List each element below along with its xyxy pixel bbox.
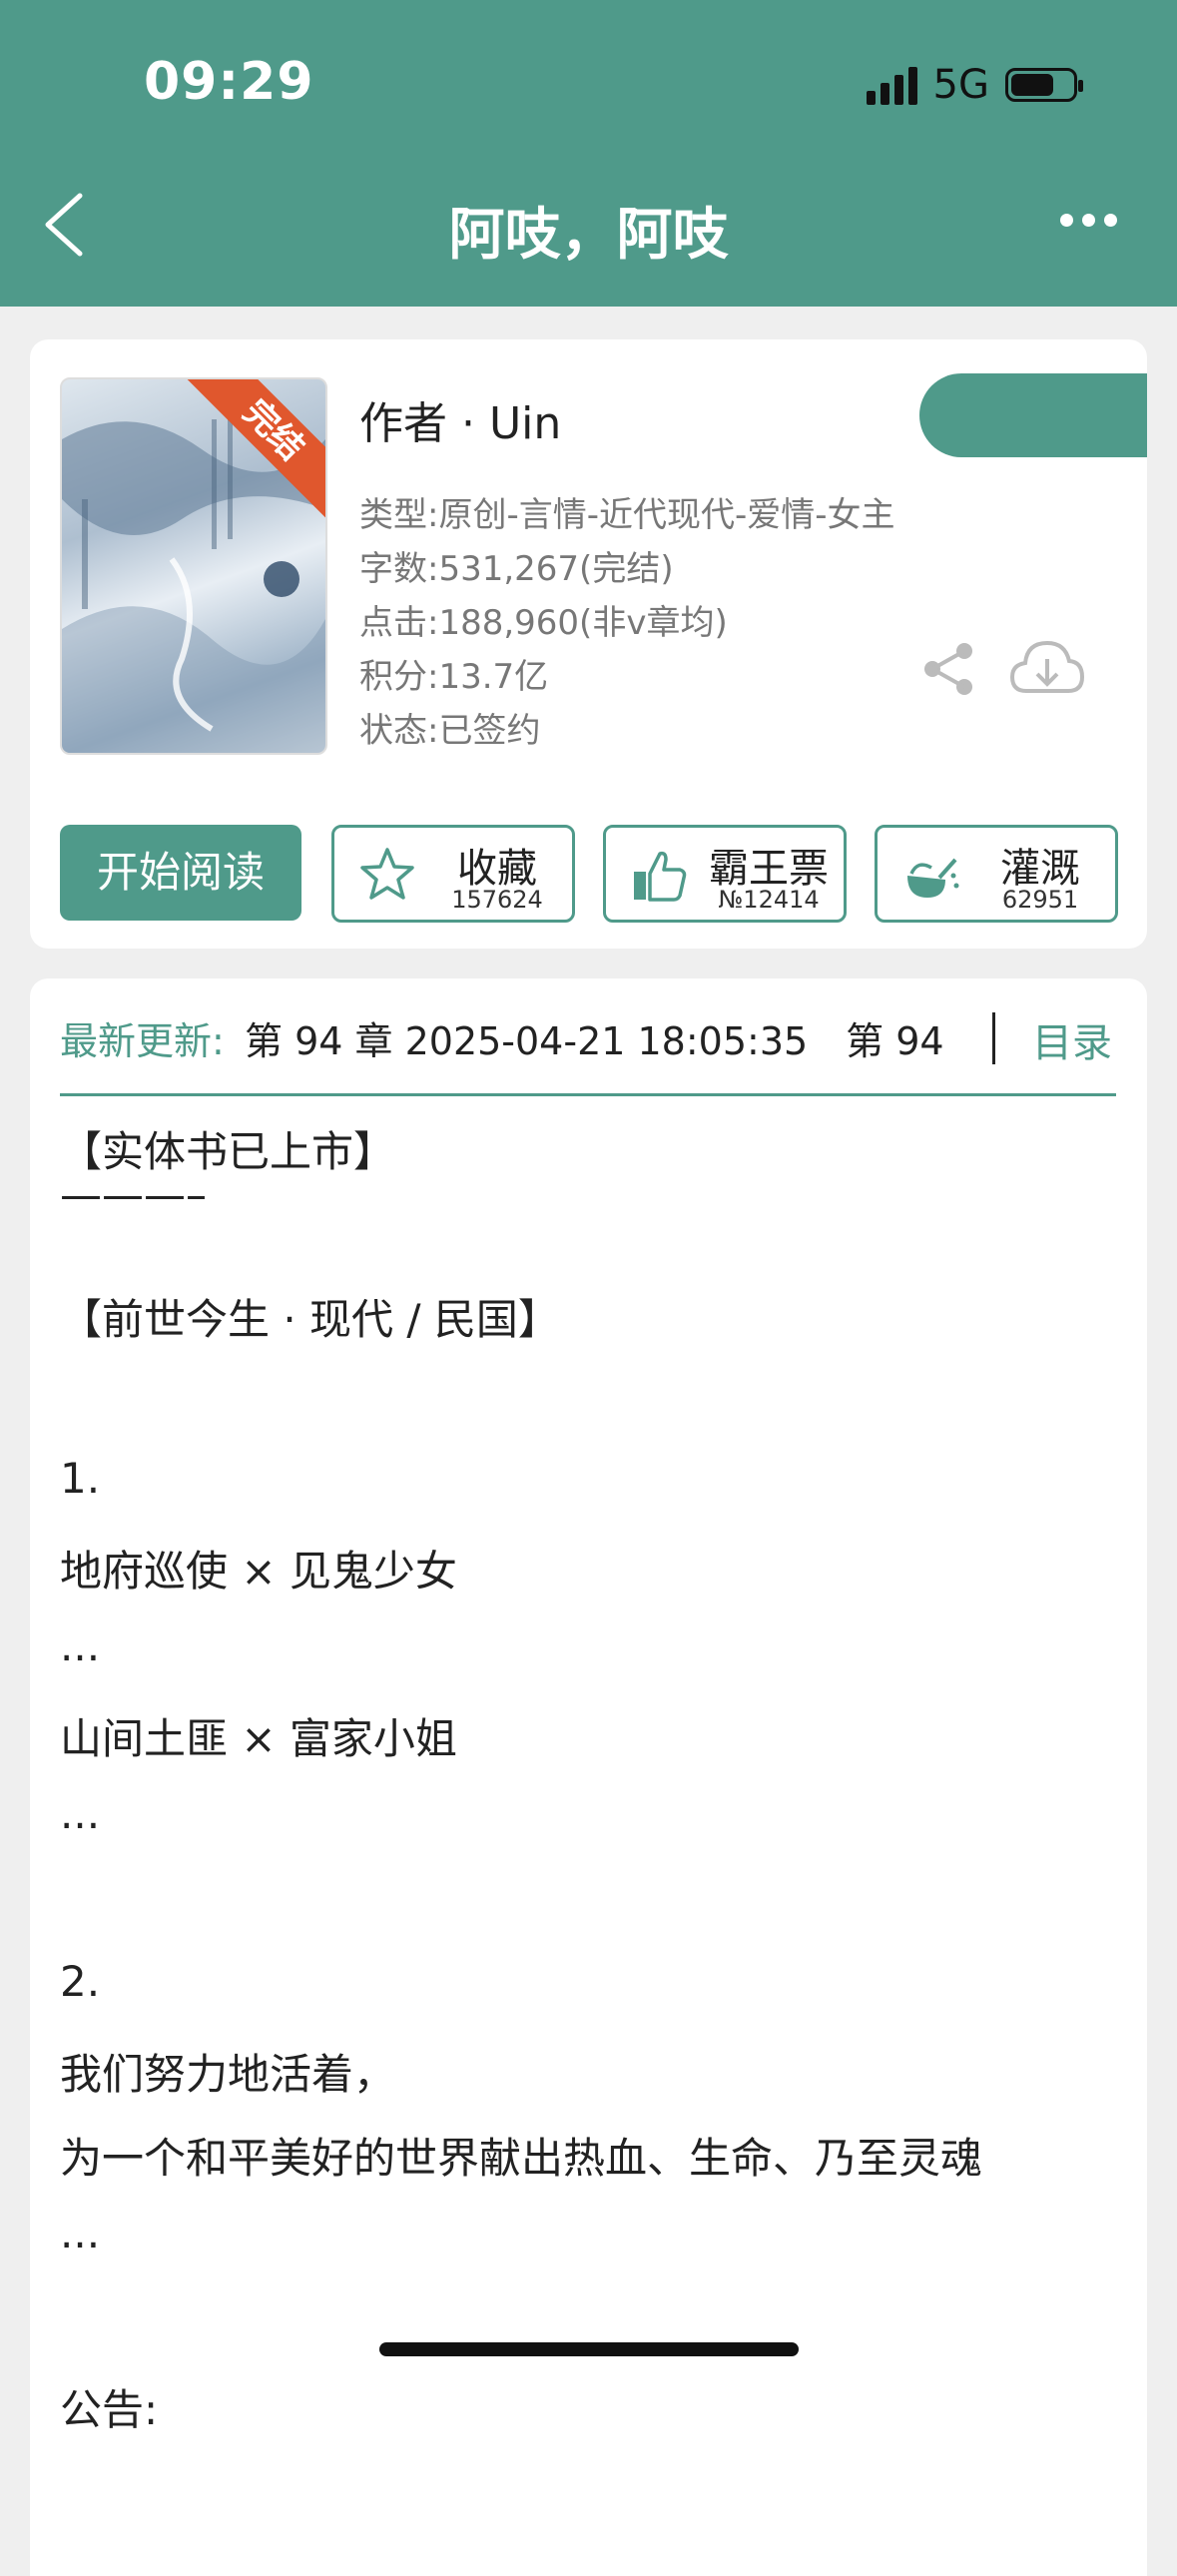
- book-status: 状态:已签约: [359, 711, 541, 751]
- top-bar: 09:29 5G 阿吱，阿吱: [0, 0, 1177, 307]
- battery-icon: [1005, 68, 1083, 102]
- latest-update-text[interactable]: 第 94 章 2025-04-21 18:05:35 第 94: [245, 1010, 944, 1065]
- more-icon[interactable]: [1060, 214, 1117, 227]
- collect-count: 157624: [451, 886, 543, 914]
- star-icon: [360, 848, 414, 900]
- watering-icon: [907, 858, 959, 898]
- book-word-count: 字数:531,267(完结): [359, 549, 674, 589]
- home-indicator: [379, 2342, 799, 2356]
- update-underline: [60, 1093, 1116, 1096]
- page-title: 阿吱，阿吱: [448, 203, 729, 268]
- network-type: 5G: [932, 62, 989, 108]
- intro-line: 2.: [60, 1957, 101, 2006]
- intro-line: 公告:: [60, 2385, 159, 2434]
- book-author[interactable]: 作者 · Uin: [359, 387, 561, 451]
- intro-line: 1.: [60, 1454, 101, 1503]
- collect-button[interactable]: 收藏 157624: [331, 825, 575, 923]
- intro-line: 为一个和平美好的世界献出热血、生命、乃至灵魂: [60, 2134, 983, 2183]
- toc-link[interactable]: 目录: [1032, 1010, 1112, 1068]
- intro-line: 我们努力地活着，: [60, 2050, 396, 2099]
- water-button[interactable]: 灌溉 62951: [875, 825, 1118, 923]
- signal-icon: [866, 65, 917, 105]
- intro-line: ...: [60, 1789, 101, 1838]
- book-clicks: 点击:188,960(非v章均): [359, 603, 728, 643]
- status-indicators: 5G: [866, 62, 1083, 108]
- intro-line: ...: [60, 2209, 101, 2257]
- intro-line: 山间土匪 × 富家小姐: [60, 1714, 457, 1763]
- book-score: 积分:13.7亿: [359, 657, 549, 697]
- latest-update-label: 最新更新:: [60, 1019, 225, 1063]
- vote-button[interactable]: 霸王票 №12414: [603, 825, 847, 923]
- vote-count: №12414: [718, 886, 820, 914]
- intro-line: 【前世今生 · 现代 / 民国】: [60, 1295, 560, 1344]
- follow-button[interactable]: [919, 373, 1147, 457]
- status-time: 09:29: [144, 52, 314, 112]
- start-reading-button[interactable]: 开始阅读: [60, 825, 301, 921]
- water-count: 62951: [1001, 886, 1079, 914]
- intro-line: 地府巡使 × 见鬼少女: [60, 1547, 457, 1596]
- intro-line: ———–: [60, 1170, 207, 1219]
- share-icon[interactable]: [918, 639, 978, 699]
- divider: [992, 1012, 995, 1064]
- intro-line: ...: [60, 1621, 101, 1670]
- book-cover[interactable]: 完结: [60, 377, 327, 755]
- book-genre: 类型:原创-言情-近代现代-爱情-女主: [359, 495, 895, 535]
- download-icon[interactable]: [1008, 635, 1086, 701]
- book-info-card: 完结 作者 · Uin 类型:原创-言情-近代现代-爱情-女主 字数:531,2…: [30, 339, 1147, 949]
- intro-card: 最新更新: 第 94 章 2025-04-21 18:05:35 第 94 目录…: [30, 978, 1147, 2576]
- thumbs-up-icon: [634, 851, 687, 902]
